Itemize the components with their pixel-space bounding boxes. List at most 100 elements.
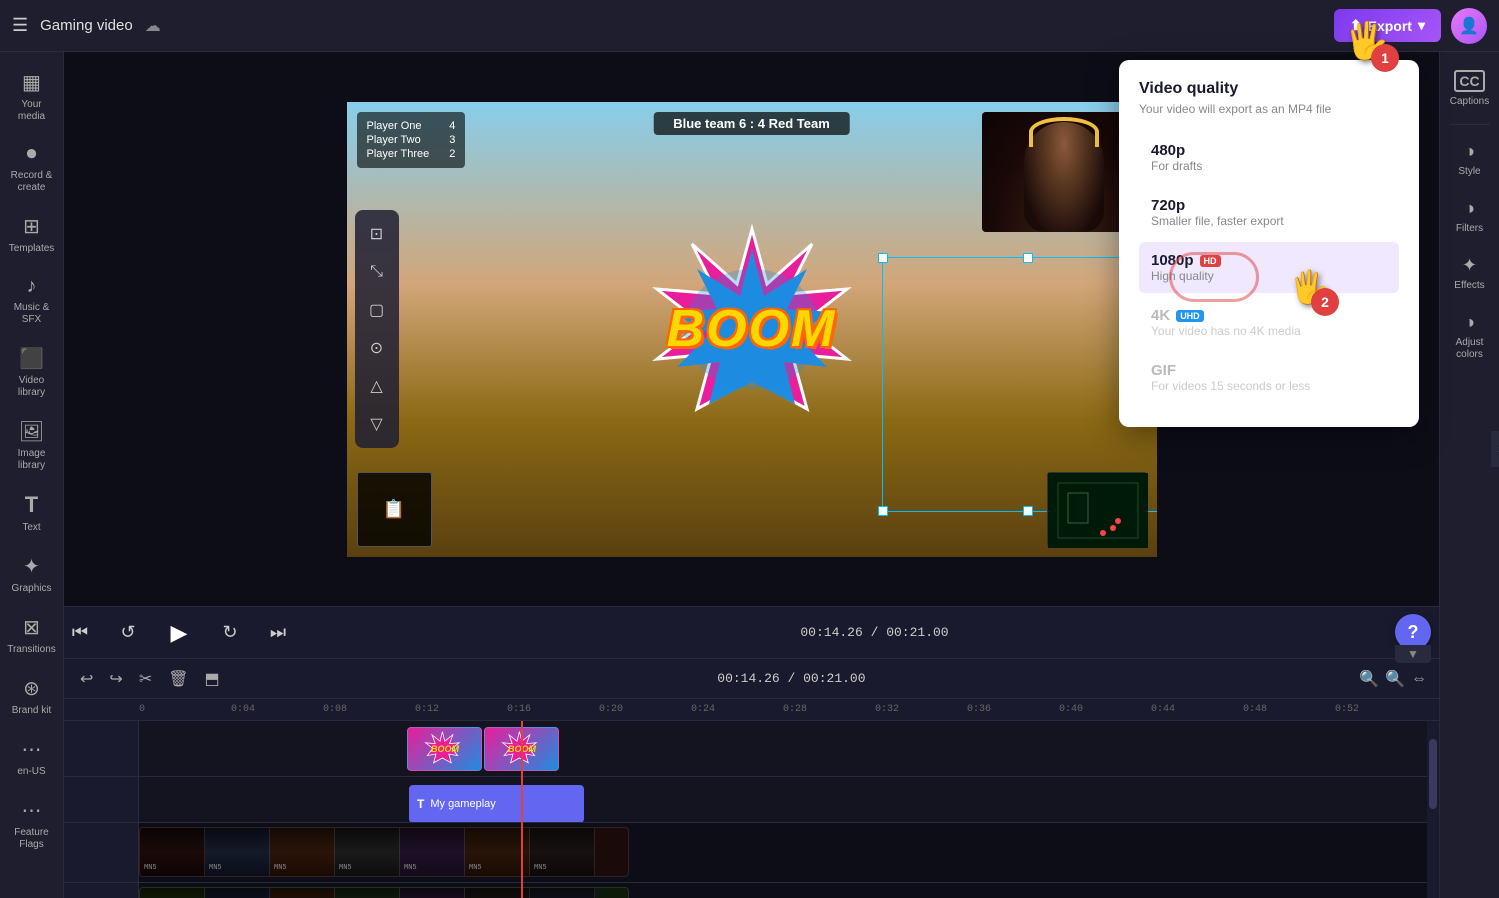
quality-option-4k[interactable]: 4K UHD Your video has no 4K media	[1139, 297, 1399, 348]
right-sidebar-item-effects[interactable]: ✦ Effects	[1443, 247, 1497, 300]
ruler-mark-4: 0:04	[231, 704, 323, 715]
ruler-mark-40: 0:40	[1059, 704, 1151, 715]
thumb-label-6: MN5	[469, 864, 482, 872]
undo-button[interactable]: ↩	[76, 665, 97, 693]
ruler-marks: 0 0:04 0:08 0:12 0:16 0:20 0:24 0:28 0:3…	[139, 704, 1427, 715]
sidebar-item-your-media[interactable]: ▦ Your media	[3, 62, 61, 131]
ruler-mark-0: 0	[139, 704, 231, 715]
timeline-scrollbar-thumb[interactable]	[1429, 739, 1437, 810]
playback-bar: ⏮ ↺ ▶ ↻ ⏭ 00:14.26 / 00:21.00 ⛶	[64, 606, 1439, 658]
track-content-gameplay: T My gameplay	[139, 777, 1439, 822]
sidebar-item-graphics[interactable]: ✦ Graphics	[3, 546, 61, 603]
timecode-sep: /	[863, 625, 886, 640]
right-sidebar-item-adjust-colors[interactable]: ◑ Adjust colors	[1443, 304, 1497, 369]
avatar[interactable]: 👤	[1451, 8, 1487, 44]
thumb-label-2: MN5	[209, 864, 222, 872]
effect-clip-2[interactable]: BOOM	[484, 727, 559, 771]
camera-tool[interactable]: ⊙	[361, 332, 393, 364]
timeline-total-time: 00:21.00	[803, 671, 865, 686]
skip-forward-button[interactable]: ⏭	[262, 617, 294, 649]
play-pause-button[interactable]: ▶	[160, 614, 198, 652]
my-gameplay-clip[interactable]: T My gameplay	[409, 785, 584, 822]
quality-option-480p[interactable]: 480p For drafts	[1139, 132, 1399, 183]
rewind-5s-button[interactable]: ↺	[112, 617, 144, 649]
timeline-timecode: 00:14.26 / 00:21.00	[717, 671, 865, 686]
forward-5s-button[interactable]: ↻	[214, 617, 246, 649]
quality-option-720p[interactable]: 720p Smaller file, faster export	[1139, 187, 1399, 238]
export-button[interactable]: ⬆ Export ▾	[1334, 9, 1441, 42]
right-label-effects: Effects	[1454, 280, 1484, 292]
zoom-out-button[interactable]: 🔍	[1359, 669, 1379, 689]
right-label-captions: Captions	[1450, 96, 1489, 108]
thumb-1: MN5	[140, 828, 205, 876]
project-title[interactable]: Gaming video	[40, 17, 133, 34]
sidebar-item-templates[interactable]: ⊞ Templates	[3, 206, 61, 263]
ruler-mark-24: 0:24	[691, 704, 783, 715]
fit-timeline-button[interactable]: ⇔	[1411, 670, 1427, 688]
sidebar-item-music-sfx[interactable]: ♪ Music & SFX	[3, 267, 61, 334]
boom-thumb-svg-2: BOOM	[497, 730, 547, 768]
sidebar-item-feature-flags[interactable]: ⋯ Feature Flags	[3, 790, 61, 859]
thumb-3: MN5	[270, 828, 335, 876]
video-clip-2[interactable]	[139, 887, 629, 898]
flip-v-tool[interactable]: △	[361, 370, 393, 402]
thumb-label-7: MN5	[534, 864, 547, 872]
thumb-2-1	[140, 888, 205, 898]
quality-popup-title: Video quality	[1139, 80, 1399, 98]
thumb-2-5	[400, 888, 465, 898]
timeline-toolbar: ↩ ↪ ✂ 🗑 ⬒ 00:14.26 / 00:21.00 🔍 🔍 ⇔	[64, 659, 1439, 699]
image-library-icon: 🖼	[19, 419, 44, 444]
effects-icon: ✦	[1462, 255, 1477, 276]
right-sidebar-item-filters[interactable]: ◑ Filters	[1443, 190, 1497, 243]
delete-button[interactable]: 🗑	[164, 665, 192, 693]
track-label-v1	[64, 823, 139, 882]
game-ui-topleft: Player One4 Player Two3 Player Three2	[357, 112, 466, 168]
quality-option-1080p[interactable]: 1080p HD High quality	[1139, 242, 1399, 293]
music-icon: ♪	[27, 275, 37, 298]
menu-icon[interactable]: ☰	[12, 15, 28, 36]
brand-icon: ⊛	[23, 676, 40, 701]
quality-4k-label: 4K UHD	[1151, 307, 1387, 324]
video-clip-1[interactable]: MN5 MN5 MN5 MN5	[139, 827, 629, 877]
sidebar-item-language[interactable]: ⋯ en-US	[3, 729, 61, 786]
svg-text:BOOM: BOOM	[508, 744, 537, 754]
svg-text:BOOM: BOOM	[431, 744, 460, 754]
skip-back-button[interactable]: ⏮	[64, 617, 96, 649]
video-canvas[interactable]: Blue team 6 : 4 Red Team Player One4 Pla…	[347, 102, 1157, 557]
quality-480p-label: 480p	[1151, 142, 1387, 159]
sidebar-item-brand-kit[interactable]: ⊛ Brand kit	[3, 668, 61, 725]
right-sidebar-item-captions[interactable]: CC Captions	[1443, 62, 1497, 116]
timecode-display: 00:14.26 / 00:21.00	[800, 625, 948, 640]
collapse-handle[interactable]: ▼	[1395, 645, 1431, 663]
zoom-in-button[interactable]: 🔍	[1385, 669, 1405, 689]
boom-graphic[interactable]: BOOM	[622, 219, 882, 439]
quality-option-gif[interactable]: GIF For videos 15 seconds or less	[1139, 352, 1399, 403]
right-sidebar-item-style[interactable]: ◑ Style	[1443, 133, 1497, 186]
flip-h-tool[interactable]: ▽	[361, 408, 393, 440]
scoreboard-overlay: Blue team 6 : 4 Red Team	[653, 112, 850, 135]
sidebar-label-your-media: Your media	[7, 99, 57, 123]
starburst-shape: BOOM	[632, 224, 872, 434]
minimap-bottomleft: 📋	[357, 472, 432, 547]
sidebar-item-image-library[interactable]: 🖼 Image library	[3, 411, 61, 480]
sidebar-item-record-create[interactable]: ⏺ Record & create	[3, 135, 61, 202]
crop-tool[interactable]: ⊡	[361, 218, 393, 250]
ruler-mark-48: 0:48	[1243, 704, 1335, 715]
sidebar-item-text[interactable]: T Text	[3, 484, 61, 542]
effect-clip-1-thumb: BOOM	[408, 728, 481, 770]
thumb-label-5: MN5	[404, 864, 417, 872]
effect-clip-1[interactable]: BOOM	[407, 727, 482, 771]
cut-button[interactable]: ✂	[135, 665, 156, 693]
track-video-1: MN5 MN5 MN5 MN5	[64, 823, 1439, 883]
sidebar-item-transitions[interactable]: ⊠ Transitions	[3, 607, 61, 664]
resize-tool[interactable]: ⤡	[361, 256, 393, 288]
timeline-scrollbar[interactable]	[1427, 721, 1439, 898]
ruler-mark-8: 0:08	[323, 704, 415, 715]
track-label-gameplay	[64, 777, 139, 822]
redo-button[interactable]: ↪	[105, 665, 126, 693]
ruler-mark-36: 0:36	[967, 704, 1059, 715]
snapshot-button[interactable]: ⬒	[201, 665, 224, 693]
sidebar-item-video-library[interactable]: ⬛ Video library	[3, 338, 61, 407]
screen-tool[interactable]: ▢	[361, 294, 393, 326]
quality-gif-label: GIF	[1151, 362, 1387, 379]
